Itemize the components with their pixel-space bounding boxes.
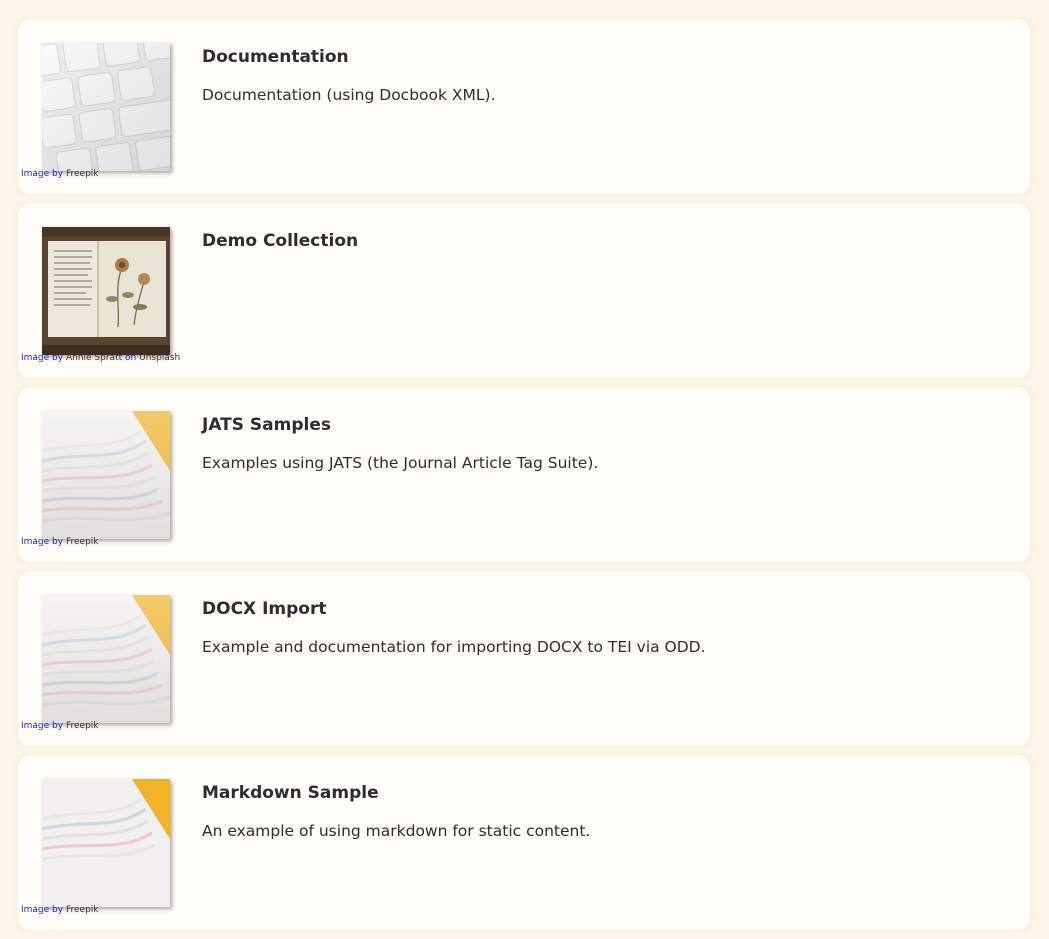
image-credit-prefix: Image by <box>21 353 64 363</box>
image-credit-on: on <box>125 353 137 363</box>
collection-card-documentation[interactable]: Image by Freepik Documentation Documenta… <box>18 19 1030 194</box>
collection-card-docx-import[interactable]: Image by Freepik DOCX Import Example and… <box>18 571 1030 746</box>
card-title[interactable]: JATS Samples <box>202 415 331 435</box>
image-credit-author-link[interactable]: Freepik <box>66 169 99 179</box>
card-title[interactable]: Documentation <box>202 47 349 67</box>
keyboard-image[interactable] <box>42 43 170 171</box>
image-credit-prefix: Image by <box>21 721 64 731</box>
image-credit: Image by Annie Spratt on Unsplash <box>21 353 180 363</box>
collection-card-jats-samples[interactable]: Image by Freepik JATS Samples Examples u… <box>18 387 1030 562</box>
magazine-stack-image[interactable] <box>42 595 170 723</box>
image-credit: Image by Freepik <box>21 721 99 731</box>
image-credit-site-link[interactable]: Unsplash <box>139 353 180 363</box>
magazine-stack-image[interactable] <box>42 411 170 539</box>
image-credit-prefix: Image by <box>21 169 64 179</box>
image-credit: Image by Freepik <box>21 905 99 915</box>
image-credit-author-link[interactable]: Freepik <box>66 905 99 915</box>
image-credit-author-link[interactable]: Annie Spratt <box>66 353 122 363</box>
collection-list: Image by Freepik Documentation Documenta… <box>18 19 1030 939</box>
image-credit: Image by Freepik <box>21 169 99 179</box>
image-credit-author-link[interactable]: Freepik <box>66 537 99 547</box>
card-title[interactable]: Markdown Sample <box>202 783 379 803</box>
collection-card-demo-collection[interactable]: Image by Annie Spratt on Unsplash Demo C… <box>18 203 1030 378</box>
card-title[interactable]: DOCX Import <box>202 599 326 619</box>
pressed-flower-book-image[interactable] <box>42 227 170 355</box>
image-credit-prefix: Image by <box>21 905 64 915</box>
card-description: An example of using markdown for static … <box>202 822 591 840</box>
card-description: Examples using JATS (the Journal Article… <box>202 454 599 472</box>
card-description: Example and documentation for importing … <box>202 638 706 656</box>
magazine-stack-image[interactable] <box>42 779 170 907</box>
image-credit-author-link[interactable]: Freepik <box>66 721 99 731</box>
image-credit: Image by Freepik <box>21 537 99 547</box>
card-title[interactable]: Demo Collection <box>202 231 358 251</box>
collection-card-markdown-sample[interactable]: Image by Freepik Markdown Sample An exam… <box>18 755 1030 930</box>
card-description: Documentation (using Docbook XML). <box>202 86 496 104</box>
image-credit-prefix: Image by <box>21 537 64 547</box>
